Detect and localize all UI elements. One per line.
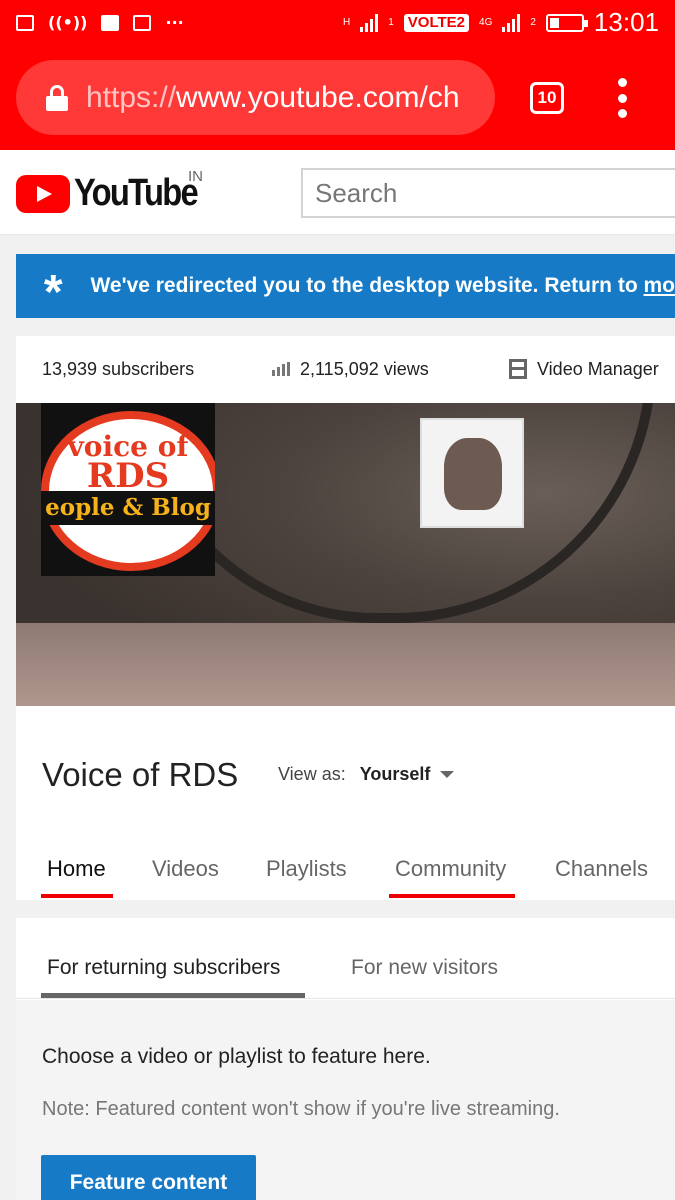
youtube-logo[interactable]: YouTube (16, 172, 217, 215)
reflected-photo (420, 418, 524, 528)
channel-title: Voice of RDS (42, 756, 239, 793)
logo-line-3: eople & Blog (41, 491, 215, 525)
view-count: 2,115,092 views (272, 359, 429, 380)
featured-tabs: For returning subscribers For new visito… (16, 918, 675, 999)
volte-badge: VOLTE2 (403, 13, 470, 32)
asterisk-icon: * (43, 266, 63, 318)
url-field[interactable]: https://www.youtube.com/ch (16, 60, 495, 135)
view-as-dropdown[interactable]: Yourself (360, 764, 455, 785)
tab-returning-subscribers[interactable]: For returning subscribers (47, 956, 280, 980)
logo-line-2: RDS (86, 456, 170, 496)
image-icon (16, 14, 34, 31)
featured-body: Choose a video or playlist to feature he… (16, 1000, 675, 1200)
video-manager-link[interactable]: Video Manager (509, 359, 659, 380)
channel-banner-image: voice of RDS eople & Blog (16, 403, 675, 706)
url-host: www.youtube.com/ch (176, 80, 460, 114)
search-input[interactable]: Search (301, 168, 675, 218)
return-to-mobile-link[interactable]: mo (644, 274, 675, 297)
battery-icon (545, 13, 588, 32)
subscriber-count: 13,939 subscribers (42, 358, 195, 379)
banner-background-shape (16, 623, 675, 706)
tab-videos[interactable]: Videos (152, 856, 219, 882)
more-notifications-indicator: ··· (165, 13, 184, 32)
channel-logo[interactable]: voice of RDS eople & Blog (41, 403, 215, 576)
tab-new-visitors[interactable]: For new visitors (351, 956, 498, 980)
caret-down-icon (440, 771, 455, 778)
featured-instruction: Choose a video or playlist to feature he… (42, 1045, 431, 1068)
view-count-label: 2,115,092 views (300, 358, 429, 379)
lock-icon (46, 84, 68, 111)
tab-home[interactable]: Home (47, 856, 106, 882)
browser-menu-icon[interactable] (612, 78, 632, 118)
country-code: IN (188, 168, 203, 185)
channel-tabs: Home Videos Playlists Community Channels (16, 836, 675, 900)
tab-switcher-button[interactable]: 10 (530, 82, 564, 114)
signal-icon (360, 13, 379, 32)
facebook-icon (101, 14, 120, 31)
signal-icon-2 (502, 13, 521, 32)
url-scheme: https:// (86, 80, 177, 114)
view-as-control: View as: Yourself (278, 764, 455, 785)
hotspot-icon: ((•)) (48, 13, 88, 32)
featured-content-panel: For returning subscribers For new visito… (16, 918, 675, 1200)
featured-note: Note: Featured content won't show if you… (42, 1098, 560, 1120)
clock: 13:01 (593, 7, 659, 37)
sim-2-label: 2 (530, 17, 536, 28)
view-as-value: Yourself (359, 764, 431, 784)
network-type-2: 4G (479, 17, 493, 28)
redirect-banner: * We've redirected you to the desktop we… (16, 254, 675, 318)
mail-icon (133, 14, 152, 31)
tab-community[interactable]: Community (395, 856, 506, 882)
redirect-message: We've redirected you to the desktop webs… (90, 274, 675, 297)
home-tab-underline (41, 894, 113, 898)
channel-card: 13,939 subscribers 2,115,092 views Video… (16, 336, 675, 900)
video-manager-label: Video Manager (537, 358, 659, 379)
status-bar: ((•)) ··· H 1 VOLTE2 4G 2 13:01 (0, 0, 675, 45)
youtube-play-icon (16, 174, 70, 213)
video-manager-icon (509, 359, 527, 379)
channel-stats: 13,939 subscribers 2,115,092 views Video… (16, 336, 675, 402)
stats-bars-icon (272, 362, 290, 376)
featured-tab-underline (41, 993, 305, 998)
tab-channels[interactable]: Channels (555, 856, 648, 882)
tab-playlists[interactable]: Playlists (266, 856, 347, 882)
feature-content-button[interactable]: Feature content (41, 1155, 256, 1200)
network-type-1: H (342, 17, 351, 28)
youtube-header: YouTube IN Search (0, 150, 675, 235)
browser-toolbar: https://www.youtube.com/ch 10 (0, 45, 675, 150)
community-tab-underline (389, 894, 515, 898)
sim-1-label: 1 (388, 17, 394, 28)
view-as-label: View as: (278, 764, 346, 784)
youtube-wordmark: YouTube (74, 172, 199, 214)
url-text: https://www.youtube.com/ch (86, 81, 460, 115)
